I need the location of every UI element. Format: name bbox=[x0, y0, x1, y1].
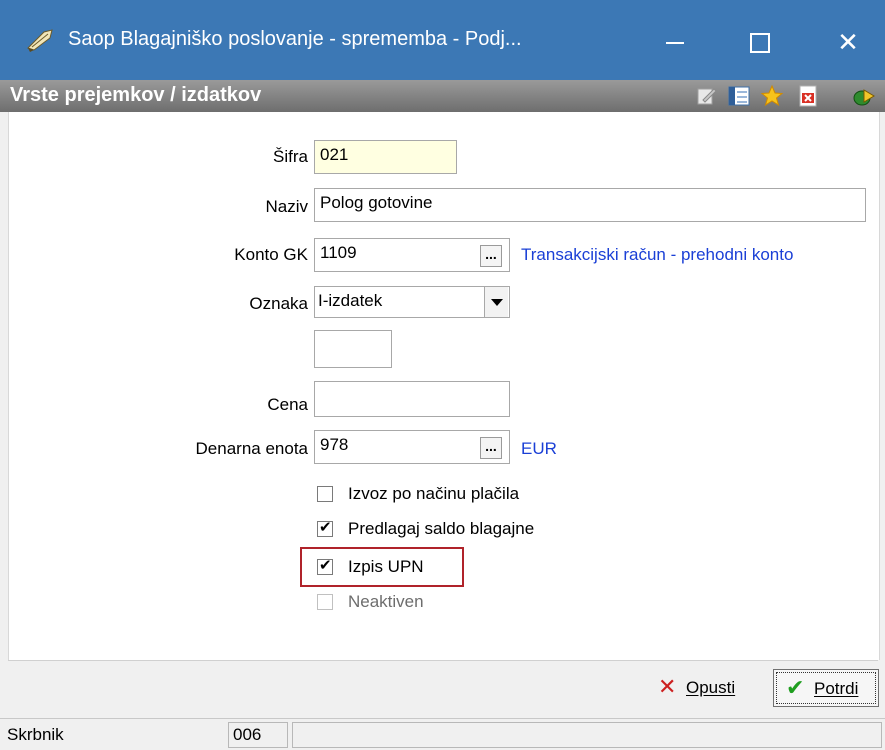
feather-pen-icon bbox=[27, 29, 53, 52]
konto-label: Konto GK bbox=[234, 245, 308, 264]
confirm-button[interactable]: ✔ Potrdi bbox=[773, 669, 879, 707]
izpis-upn-checkbox[interactable] bbox=[317, 556, 333, 575]
edit-icon[interactable] bbox=[695, 84, 719, 108]
favorite-star-icon[interactable] bbox=[760, 84, 784, 108]
enota-description: EUR bbox=[521, 439, 557, 458]
cancel-button[interactable]: ✕ Opusti bbox=[648, 669, 758, 707]
close-icon: ✕ bbox=[837, 27, 859, 57]
status-user: Skrbnik bbox=[7, 725, 64, 744]
cena-label: Cena bbox=[267, 395, 308, 414]
maximize-button[interactable] bbox=[730, 20, 790, 64]
checkmark-icon: ✔ bbox=[786, 675, 805, 700]
confirm-label: Potrdi bbox=[814, 679, 859, 698]
cancel-x-icon: ✕ bbox=[658, 674, 677, 699]
predlagaj-label: Predlagaj saldo blagajne bbox=[348, 519, 535, 538]
neaktiven-checkbox[interactable] bbox=[317, 594, 333, 610]
status-code: 006 bbox=[228, 722, 288, 748]
sifra-field[interactable]: 021 bbox=[314, 140, 457, 174]
close-button[interactable]: ✕ bbox=[818, 20, 878, 64]
exit-icon[interactable] bbox=[852, 84, 876, 108]
status-message bbox=[292, 722, 882, 748]
oznaka-label: Oznaka bbox=[249, 294, 308, 313]
minimize-icon bbox=[666, 41, 684, 44]
izpis-upn-label: Izpis UPN bbox=[348, 557, 424, 576]
button-bar: ✕ Opusti ✔ Potrdi bbox=[8, 660, 879, 717]
extra-field[interactable] bbox=[314, 330, 392, 368]
sifra-label: Šifra bbox=[273, 147, 308, 166]
izvoz-checkbox[interactable] bbox=[317, 486, 333, 502]
maximize-icon bbox=[750, 32, 770, 53]
window-title: Saop Blagajniško poslovanje - sprememba … bbox=[68, 28, 522, 50]
title-bar[interactable]: Saop Blagajniško poslovanje - sprememba … bbox=[0, 0, 885, 80]
app-window: Saop Blagajniško poslovanje - sprememba … bbox=[0, 0, 885, 750]
konto-lookup-button[interactable]: ... bbox=[480, 245, 502, 267]
oznaka-select[interactable]: I-izdatek bbox=[314, 286, 510, 318]
form-header: Vrste prejemkov / izdatkov bbox=[0, 80, 885, 112]
predlagaj-checkbox[interactable] bbox=[317, 518, 333, 537]
pdf-icon[interactable] bbox=[796, 84, 820, 108]
status-bar: Skrbnik 006 bbox=[0, 718, 885, 750]
enota-lookup-button[interactable]: ... bbox=[480, 437, 502, 459]
columns-icon[interactable] bbox=[727, 84, 751, 108]
naziv-label: Naziv bbox=[265, 197, 308, 216]
izvoz-label: Izvoz po načinu plačila bbox=[348, 484, 520, 503]
chevron-down-icon[interactable] bbox=[484, 287, 508, 317]
page-title: Vrste prejemkov / izdatkov bbox=[10, 84, 262, 106]
minimize-button[interactable] bbox=[645, 20, 705, 64]
cena-field[interactable] bbox=[314, 381, 510, 417]
naziv-field[interactable]: Polog gotovine bbox=[314, 188, 866, 222]
cancel-label: Opusti bbox=[686, 678, 736, 697]
konto-description: Transakcijski račun - prehodni konto bbox=[521, 245, 794, 264]
enota-label: Denarna enota bbox=[195, 439, 308, 458]
neaktiven-label: Neaktiven bbox=[348, 592, 424, 611]
